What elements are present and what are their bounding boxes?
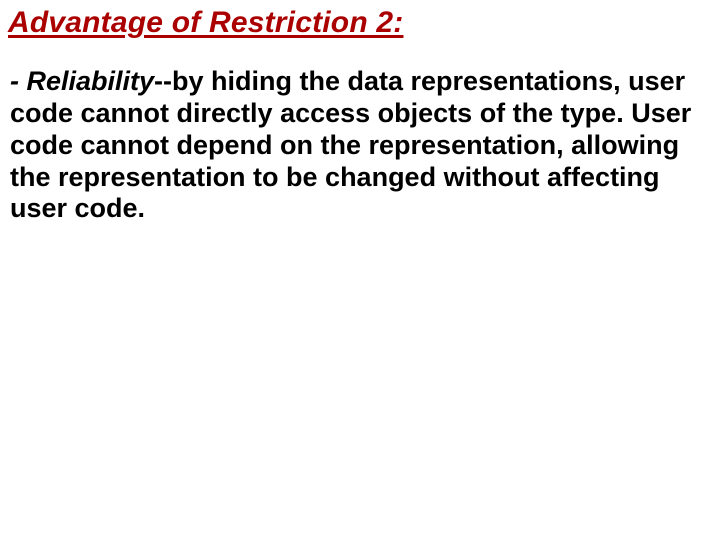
slide-title: Advantage of Restriction 2: bbox=[8, 6, 710, 40]
bullet-dash: - bbox=[10, 66, 27, 96]
slide-body: - Reliability--by hiding the data repres… bbox=[8, 66, 710, 225]
term-reliability: Reliability bbox=[27, 66, 155, 96]
